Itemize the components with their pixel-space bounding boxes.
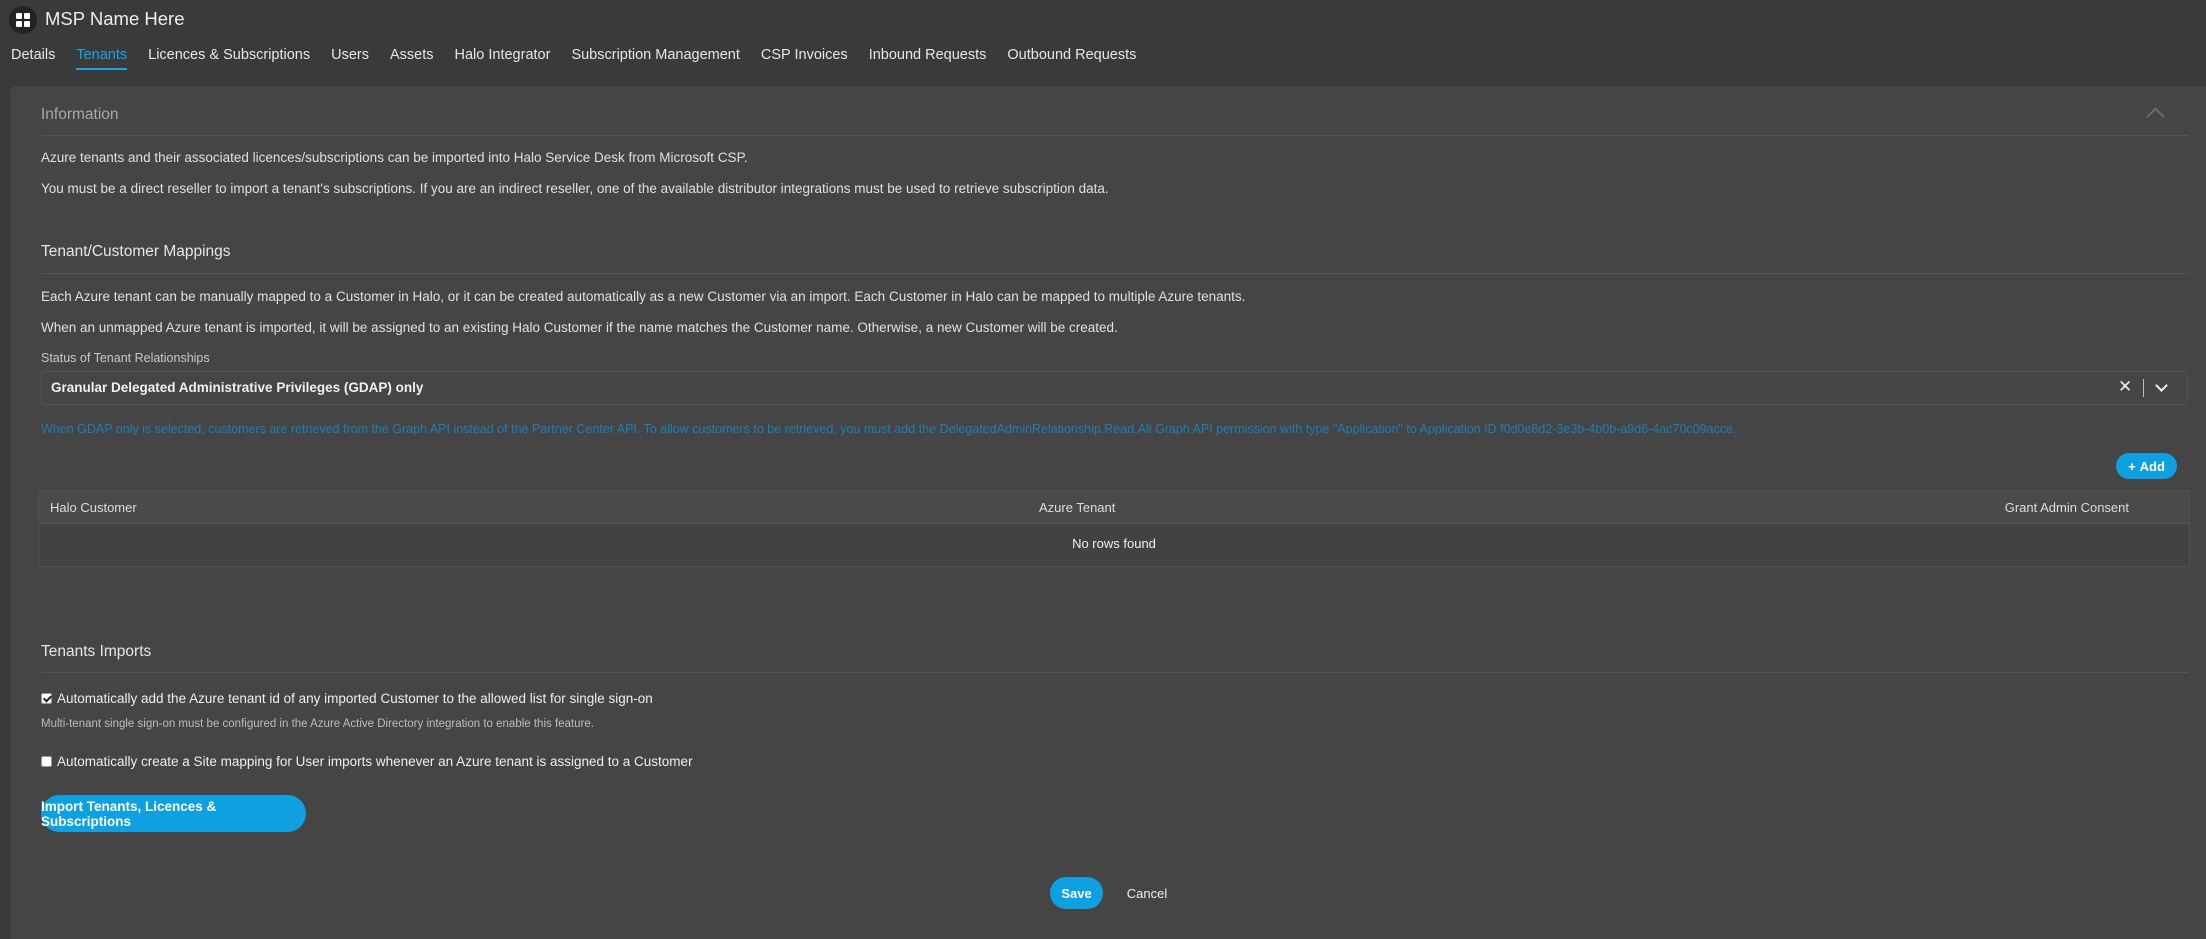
site-mapping-checkbox[interactable] [41,756,52,767]
gdap-note: When GDAP only is selected, customers ar… [41,422,1737,436]
import-tenants-button[interactable]: Import Tenants, Licences & Subscriptions [41,795,306,832]
imports-title: Tenants Imports [41,643,152,660]
page-title: MSP Name Here [45,8,185,29]
divider [41,273,2189,274]
mappings-text-2: When an unmapped Azure tenant is importe… [41,320,1118,335]
tab-users[interactable]: Users [331,47,369,70]
add-mapping-button[interactable]: + Add [2116,453,2177,479]
status-select-value: Granular Delegated Administrative Privil… [51,380,424,395]
main-panel: Information Azure tenants and their asso… [10,86,2206,939]
collapse-chevron-icon[interactable] [2146,107,2165,126]
empty-table-message: No rows found [1072,536,1156,551]
status-label: Status of Tenant Relationships [41,351,210,365]
tab-subscription-management[interactable]: Subscription Management [571,47,739,70]
chevron-down-icon[interactable] [2155,379,2168,392]
save-button[interactable]: Save [1050,877,1103,909]
windows-grid-icon[interactable] [9,6,37,34]
plus-icon: + [2128,458,2136,474]
sso-help-text: Multi-tenant single sign-on must be conf… [41,718,594,730]
info-text-2: You must be a direct reseller to import … [41,181,1109,196]
tab-assets[interactable]: Assets [390,47,434,70]
mappings-table: Halo Customer Azure Tenant Grant Admin C… [38,490,2190,567]
sso-allowed-list-checkbox[interactable] [41,693,52,704]
column-grant-admin-consent[interactable]: Grant Admin Consent [2005,500,2129,515]
tab-csp-invoices[interactable]: CSP Invoices [761,47,848,70]
tab-inbound-requests[interactable]: Inbound Requests [869,47,987,70]
tab-details[interactable]: Details [11,47,55,70]
information-title: Information [41,106,119,123]
add-button-label: Add [2139,458,2165,474]
tab-halo-integrator[interactable]: Halo Integrator [455,47,551,70]
tab-tenants[interactable]: Tenants [76,47,128,70]
divider [41,672,2189,673]
site-mapping-label: Automatically create a Site mapping for … [57,754,693,769]
select-separator [2143,379,2144,397]
column-halo-customer[interactable]: Halo Customer [50,500,137,515]
clear-icon[interactable]: ✕ [2118,377,2132,397]
sso-allowed-list-label: Automatically add the Azure tenant id of… [57,691,653,706]
tab-licences-subscriptions[interactable]: Licences & Subscriptions [148,47,310,70]
cancel-button[interactable]: Cancel [1115,877,1179,909]
status-select[interactable]: Granular Delegated Administrative Privil… [41,371,2188,405]
table-header: Halo Customer Azure Tenant Grant Admin C… [39,491,2189,524]
info-text-1: Azure tenants and their associated licen… [41,150,748,165]
tab-bar: Details Tenants Licences & Subscriptions… [11,47,1157,70]
tab-outbound-requests[interactable]: Outbound Requests [1007,47,1136,70]
divider [41,135,2189,136]
mappings-title: Tenant/Customer Mappings [41,243,231,260]
mappings-text-1: Each Azure tenant can be manually mapped… [41,289,1246,304]
page-header: MSP Name Here Details Tenants Licences &… [0,0,2206,86]
column-azure-tenant[interactable]: Azure Tenant [1039,500,1115,515]
